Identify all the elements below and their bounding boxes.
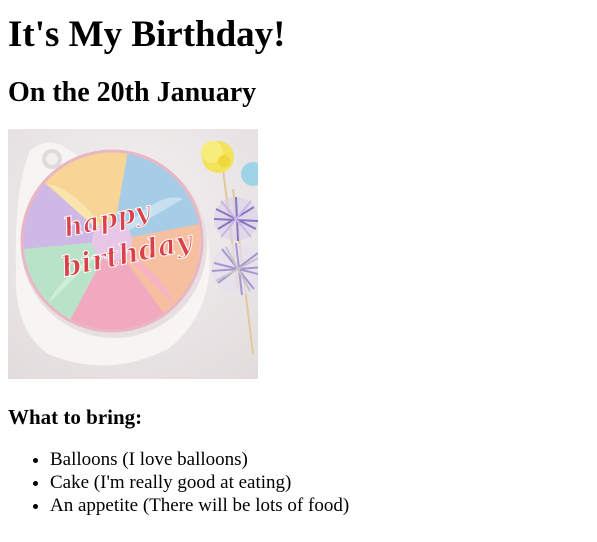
- tinsel: [213, 196, 258, 242]
- bring-heading: What to bring:: [8, 405, 143, 429]
- bring-list: Balloons (I love balloons) Cake (I'm rea…: [8, 448, 589, 517]
- list-item: Cake (I'm really good at eating): [50, 471, 589, 494]
- page-title: It's My Birthday!: [8, 14, 286, 55]
- page: It's My Birthday! On the 20th January ha…: [0, 0, 597, 517]
- page-subtitle: On the 20th January: [8, 77, 257, 108]
- birthday-cake-image: happy birthday: [8, 129, 258, 379]
- list-item: Balloons (I love balloons): [50, 448, 589, 471]
- list-item: An appetite (There will be lots of food): [50, 494, 589, 517]
